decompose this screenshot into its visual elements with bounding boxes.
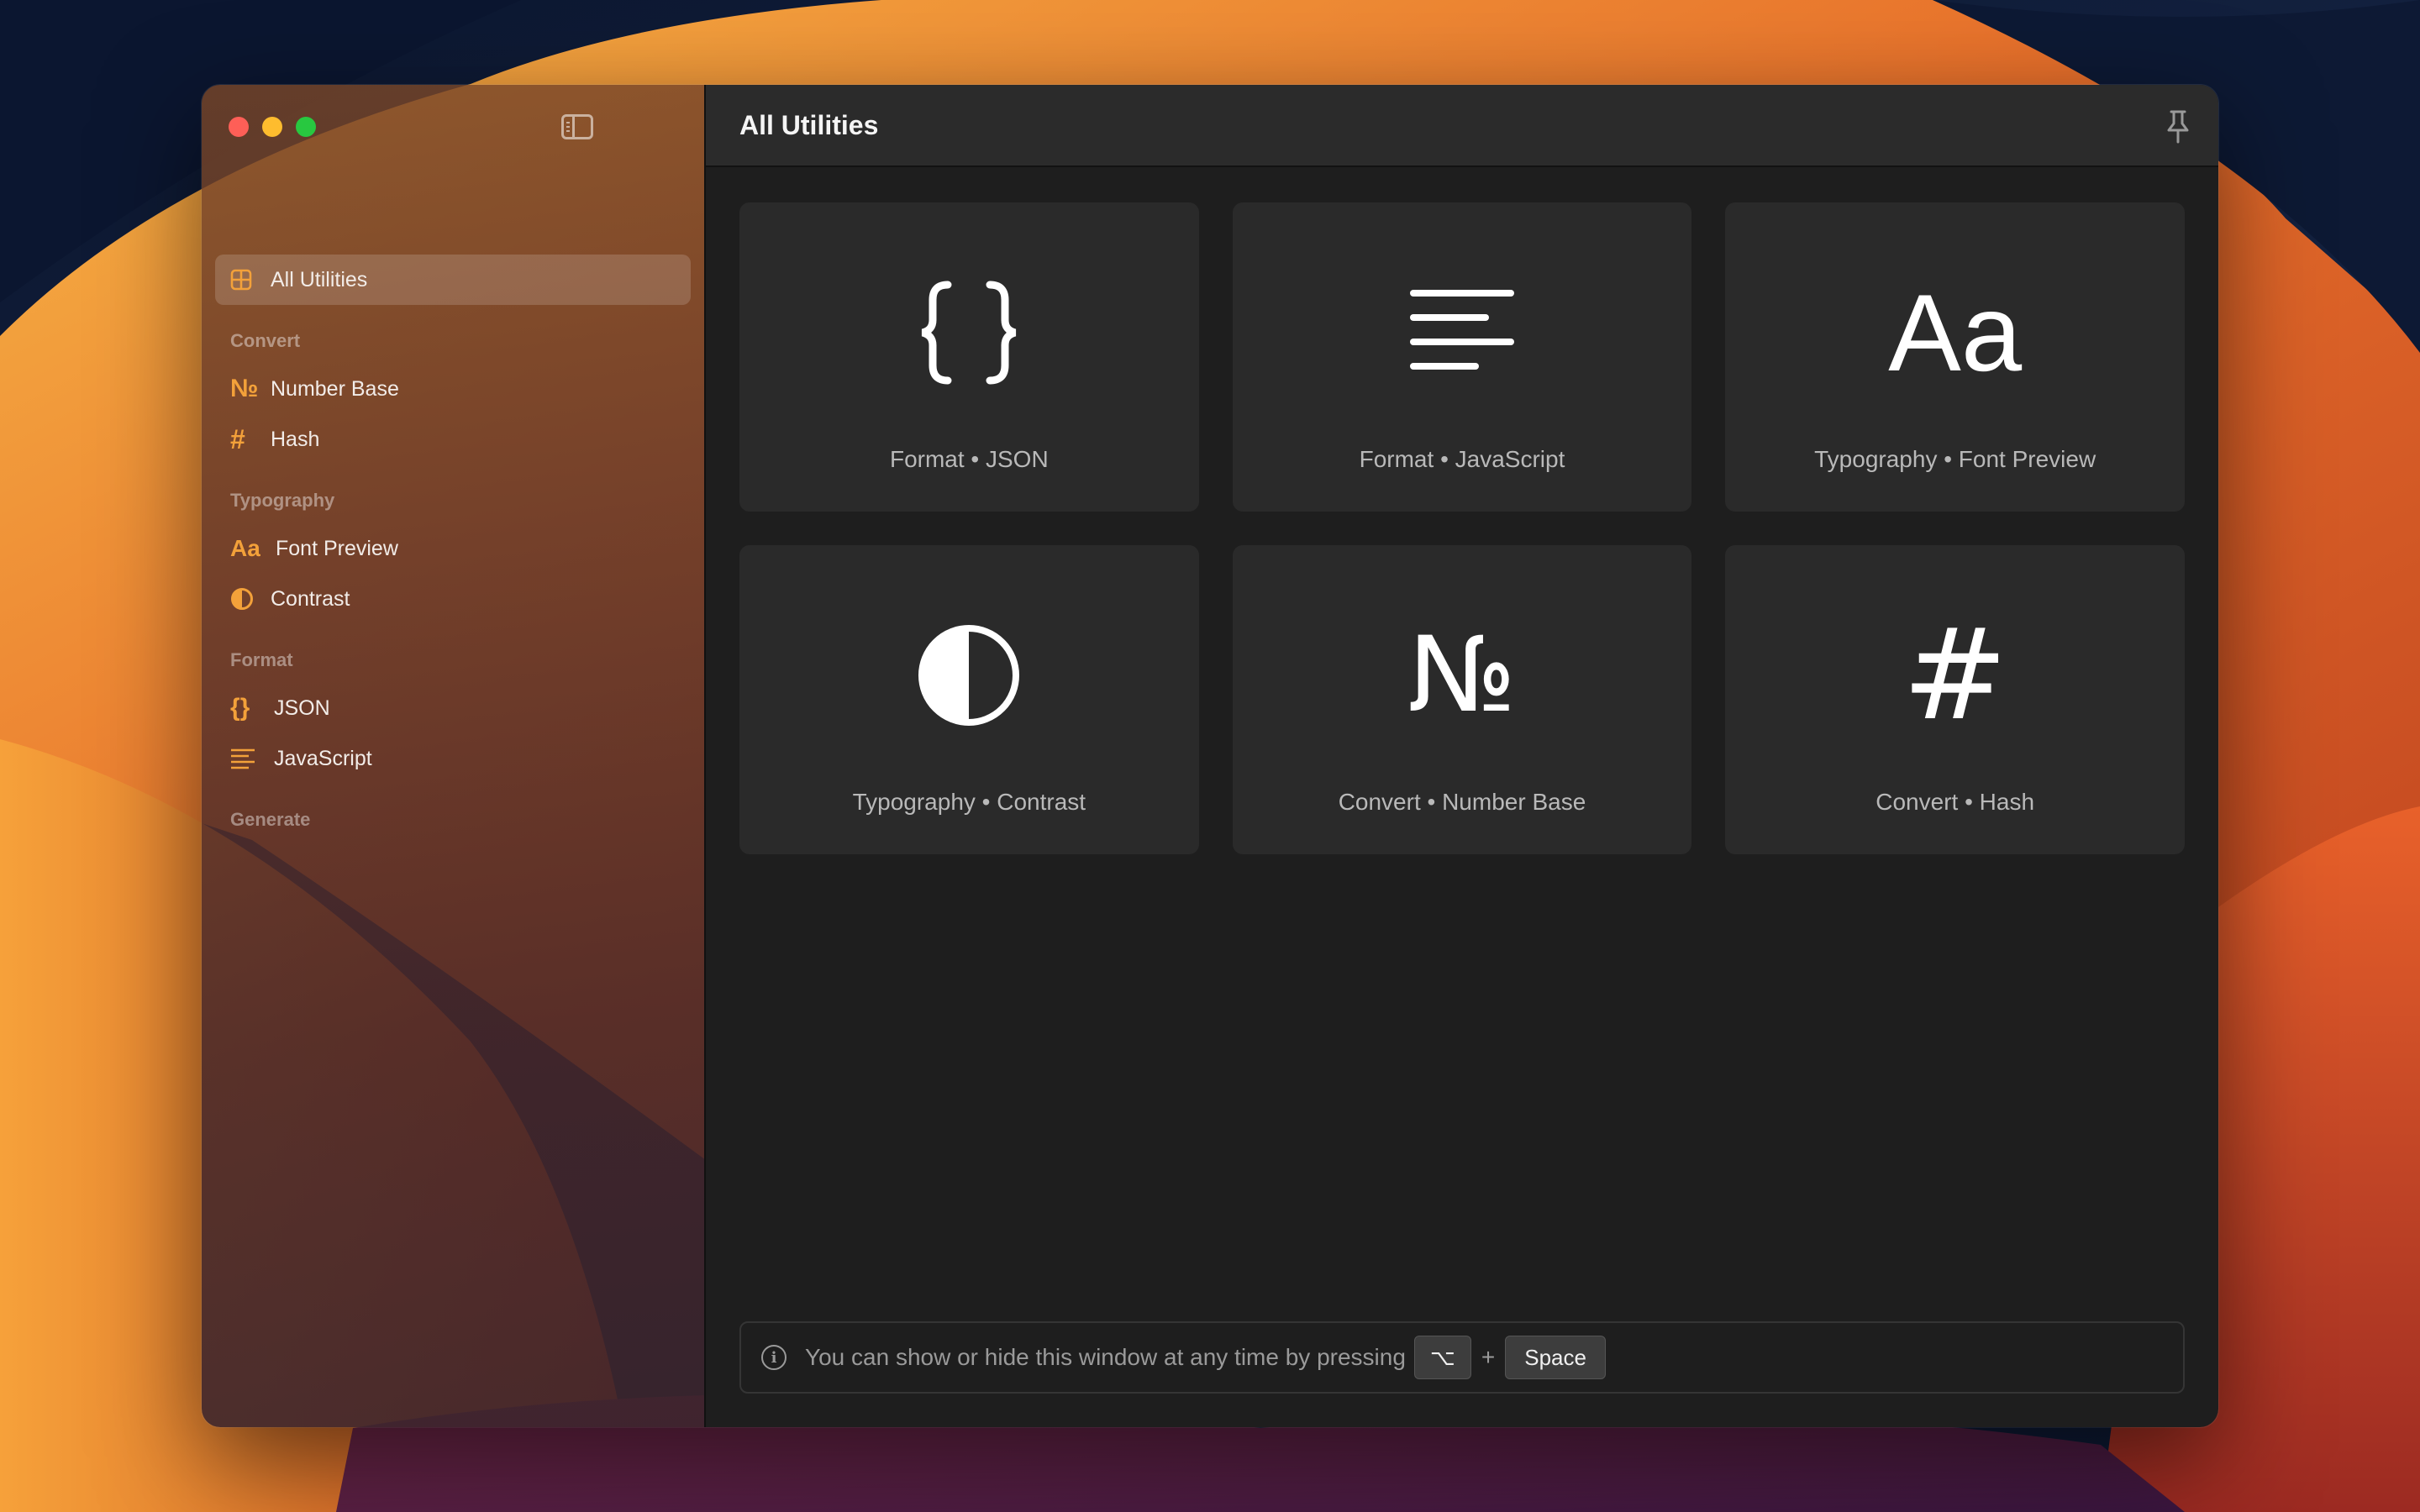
- sidebar-item-all-utilities[interactable]: All Utilities: [215, 255, 691, 305]
- text-lines-icon: [1409, 278, 1514, 387]
- section-label-convert: Convert: [230, 330, 301, 351]
- sidebar-nav: All Utilities Convert № Number Base # Ha…: [215, 255, 691, 843]
- card-caption: Format • JSON: [889, 446, 1049, 472]
- font-icon: Aa: [1888, 271, 2023, 394]
- contrast-icon: [230, 587, 260, 611]
- sidebar-item-label: Number Base: [271, 376, 399, 401]
- main-content: All Utilities Format • JSON Format • Jav…: [706, 85, 2218, 1427]
- utility-card-json[interactable]: Format • JSON: [739, 202, 1199, 512]
- card-caption: Typography • Font Preview: [1814, 446, 2096, 472]
- numero-icon: №: [1407, 615, 1517, 736]
- card-caption: Convert • Hash: [1876, 789, 2035, 815]
- section-label-generate: Generate: [230, 809, 311, 830]
- utility-card-hash[interactable]: # Convert • Hash: [1725, 545, 2185, 854]
- utility-card-number-base[interactable]: № Convert • Number Base: [1232, 545, 1692, 854]
- font-icon: Aa: [230, 535, 260, 561]
- hash-icon: #: [230, 423, 245, 454]
- sidebar-item-label: All Utilities: [271, 267, 368, 291]
- info-bar: i You can show or hide this window at an…: [739, 1321, 2185, 1394]
- minimize-button[interactable]: [262, 117, 282, 137]
- sidebar-item-javascript[interactable]: JavaScript: [215, 733, 691, 784]
- sidebar: All Utilities Convert № Number Base # Ha…: [202, 85, 706, 1427]
- lines-icon: [230, 748, 264, 769]
- braces-icon: [914, 278, 1023, 387]
- utility-card-font-preview[interactable]: Aa Typography • Font Preview: [1725, 202, 2185, 512]
- zoom-button[interactable]: [296, 117, 316, 137]
- grid-icon: [230, 269, 260, 291]
- sidebar-item-font-preview[interactable]: Aa Font Preview: [215, 523, 691, 574]
- app-window: All Utilities Convert № Number Base # Ha…: [202, 85, 2218, 1427]
- utilities-grid: Format • JSON Format • JavaScript Aa Typ…: [739, 202, 2185, 854]
- page-title: All Utilities: [739, 109, 879, 140]
- sidebar-item-label: Hash: [271, 427, 320, 451]
- shortcut-key-option: ⌥: [1413, 1336, 1471, 1379]
- shortcut-plus: +: [1481, 1344, 1496, 1370]
- sidebar-item-label: Contrast: [271, 586, 350, 611]
- sidebar-item-json[interactable]: {} JSON: [215, 683, 691, 733]
- info-icon: i: [761, 1345, 786, 1370]
- shortcut-key-space: Space: [1505, 1336, 1606, 1379]
- card-caption: Typography • Contrast: [852, 789, 1086, 815]
- close-button[interactable]: [229, 117, 249, 137]
- sidebar-item-label: Font Preview: [276, 536, 398, 560]
- numero-icon: №: [230, 375, 259, 402]
- section-label-format: Format: [230, 649, 293, 670]
- sidebar-item-number-base[interactable]: № Number Base: [215, 364, 691, 414]
- sidebar-toggle-icon[interactable]: [561, 114, 593, 139]
- sidebar-item-label: JSON: [274, 696, 330, 720]
- info-text: You can show or hide this window at any …: [805, 1344, 1406, 1370]
- hash-icon: #: [1902, 602, 2008, 748]
- pin-icon[interactable]: [2163, 108, 2193, 144]
- window-controls: [229, 117, 316, 137]
- card-caption: Convert • Number Base: [1338, 789, 1586, 815]
- title-bar: All Utilities: [706, 85, 2218, 167]
- contrast-icon: [917, 621, 1021, 730]
- sidebar-item-contrast[interactable]: Contrast: [215, 574, 691, 624]
- utility-card-contrast[interactable]: Typography • Contrast: [739, 545, 1199, 854]
- braces-icon: {}: [230, 694, 250, 722]
- utility-card-javascript[interactable]: Format • JavaScript: [1232, 202, 1692, 512]
- section-label-typography: Typography: [230, 490, 335, 511]
- card-caption: Format • JavaScript: [1359, 446, 1565, 472]
- sidebar-item-hash[interactable]: # Hash: [215, 414, 691, 465]
- sidebar-item-label: JavaScript: [274, 746, 372, 770]
